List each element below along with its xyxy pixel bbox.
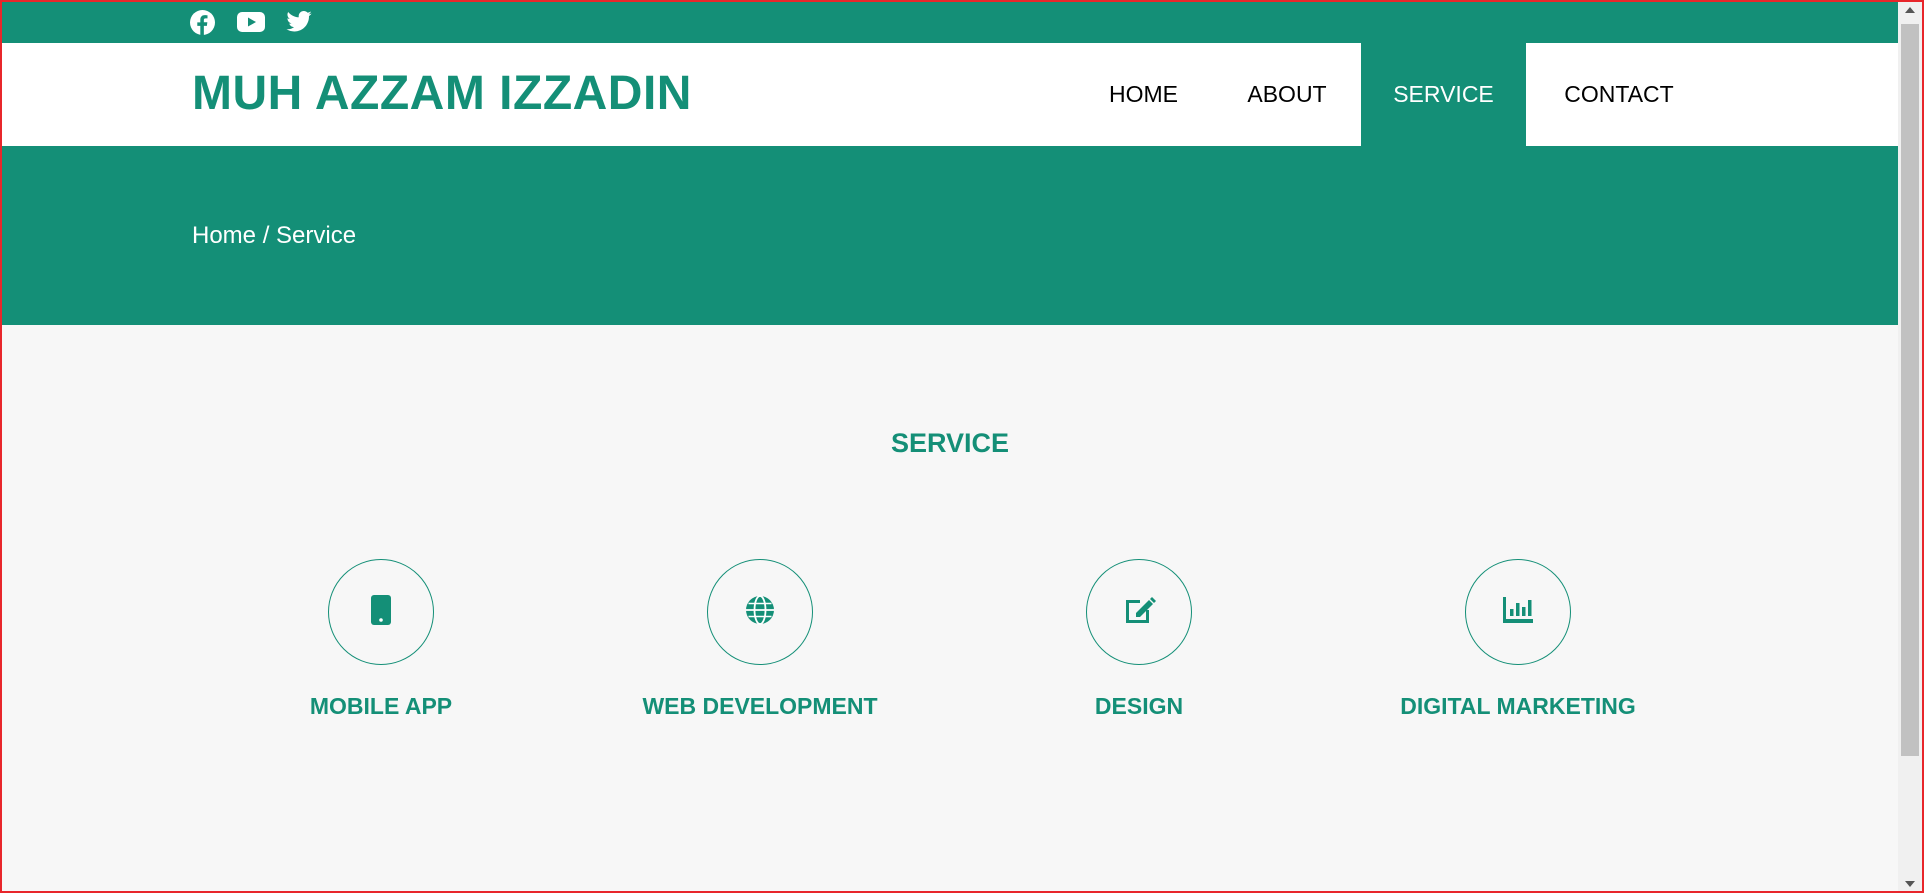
nav-service[interactable]: SERVICE xyxy=(1361,43,1526,146)
service-icon-circle xyxy=(328,559,434,665)
nav-home[interactable]: HOME xyxy=(1074,43,1213,146)
service-icon-circle xyxy=(1086,559,1192,665)
service-card-design[interactable]: DESIGN xyxy=(979,559,1299,720)
scroll-up-arrow-icon[interactable] xyxy=(1905,7,1915,13)
scroll-down-arrow-icon[interactable] xyxy=(1905,881,1915,887)
nav-contact[interactable]: CONTACT xyxy=(1526,43,1712,146)
page-banner: Home / Service xyxy=(2,146,1898,325)
page: MUH AZZAM IZZADIN HOME ABOUT SERVICE CON… xyxy=(2,2,1898,891)
service-card-web-development[interactable]: WEB DEVELOPMENT xyxy=(600,559,920,720)
vertical-scrollbar[interactable] xyxy=(1898,2,1922,891)
social-bar xyxy=(2,2,1898,43)
youtube-icon[interactable] xyxy=(237,11,265,33)
service-icon-circle xyxy=(707,559,813,665)
service-label: WEB DEVELOPMENT xyxy=(642,693,878,719)
nav-about[interactable]: ABOUT xyxy=(1213,43,1361,146)
service-label: MOBILE APP xyxy=(309,693,453,719)
breadcrumb: Home / Service xyxy=(192,222,357,249)
facebook-icon[interactable] xyxy=(190,10,215,35)
service-label: DIGITAL MARKETING xyxy=(1400,693,1636,719)
service-label: DESIGN xyxy=(1094,693,1184,719)
header-navbar: MUH AZZAM IZZADIN HOME ABOUT SERVICE CON… xyxy=(2,43,1898,146)
globe-icon xyxy=(745,594,775,630)
mobile-phone-icon xyxy=(371,594,391,630)
service-card-mobile-app[interactable]: MOBILE APP xyxy=(221,559,541,720)
section-title: SERVICE xyxy=(890,428,1010,458)
main-nav: HOME ABOUT SERVICE CONTACT xyxy=(1074,43,1712,146)
edit-icon xyxy=(1122,594,1156,631)
scrollbar-thumb[interactable] xyxy=(1901,24,1919,756)
twitter-icon[interactable] xyxy=(286,11,312,32)
site-brand[interactable]: MUH AZZAM IZZADIN xyxy=(192,66,692,122)
bar-chart-icon xyxy=(1503,596,1533,628)
service-card-digital-marketing[interactable]: DIGITAL MARKETING xyxy=(1358,559,1678,720)
service-icon-circle xyxy=(1465,559,1571,665)
